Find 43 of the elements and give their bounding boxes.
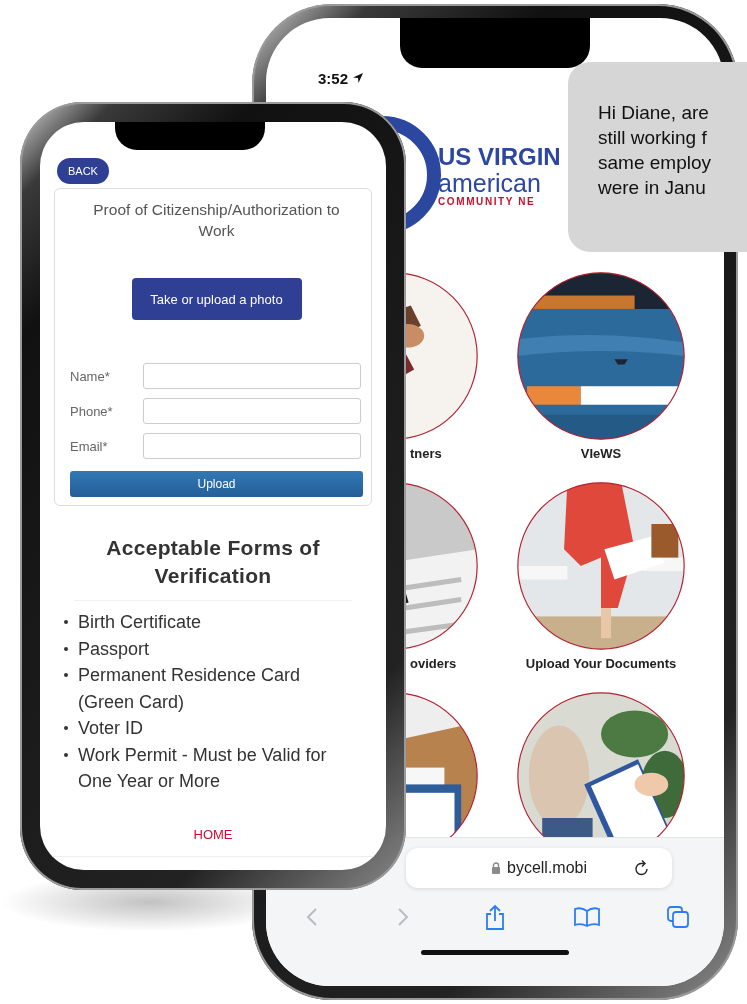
bullet-icon: [64, 752, 68, 757]
back-button[interactable]: BACK: [57, 158, 109, 184]
lock-icon: [491, 862, 501, 874]
photo-upload-button[interactable]: Take or upload a photo: [131, 278, 302, 320]
bookmarks-icon[interactable]: [573, 907, 600, 927]
field-label: Name*: [70, 368, 111, 384]
document-item: Work Permit - Must be Valid for One Year or More: [78, 743, 328, 793]
card-title: Proof of Citizenship/Authorization to Work: [92, 200, 341, 241]
document-item: Birth Certificate: [78, 611, 202, 634]
bullet-icon: [64, 726, 68, 730]
logo-subtitle: american: [438, 170, 542, 196]
share-icon[interactable]: [485, 904, 505, 930]
message-text: same employ: [598, 151, 712, 175]
bullet-icon: [64, 646, 68, 651]
forward-icon[interactable]: [397, 907, 410, 927]
input-field[interactable]: [143, 363, 361, 389]
input-field[interactable]: [143, 433, 361, 459]
tile-label[interactable]: Upload Your Documents: [525, 656, 677, 672]
section-heading: Acceptable Forms of Verification: [105, 535, 321, 589]
message-text: Hi Diane, are: [598, 101, 710, 125]
message-text: were in Janu: [598, 176, 707, 200]
tile-label[interactable]: tners: [410, 446, 442, 462]
logo-tagline: COMMUNITY NE: [438, 196, 537, 207]
url-text: bycell.mobi: [507, 859, 587, 877]
home-link[interactable]: HOME: [193, 827, 233, 842]
reload-icon[interactable]: [634, 859, 650, 877]
field-label: Email*: [70, 438, 109, 454]
upload-button[interactable]: Upload: [70, 471, 363, 497]
bullet-icon: [64, 673, 68, 677]
document-item: Passport: [78, 637, 150, 661]
logo-title: US VIRGIN: [438, 143, 561, 170]
document-item: Permanent Residence Card (Green Card): [78, 664, 302, 714]
back-icon[interactable]: [305, 907, 318, 927]
status-time: 3:52: [318, 69, 349, 87]
field-label: Phone*: [70, 403, 114, 419]
document-item: Voter ID: [78, 717, 144, 740]
bullet-icon: [64, 620, 68, 624]
message-text: still working f: [598, 126, 708, 150]
tile-label[interactable]: VIeWS: [580, 446, 622, 462]
tile-label[interactable]: oviders: [410, 656, 457, 672]
tabs-icon[interactable]: [667, 906, 690, 928]
input-field[interactable]: [143, 398, 361, 424]
location-arrow-icon: [352, 72, 365, 84]
